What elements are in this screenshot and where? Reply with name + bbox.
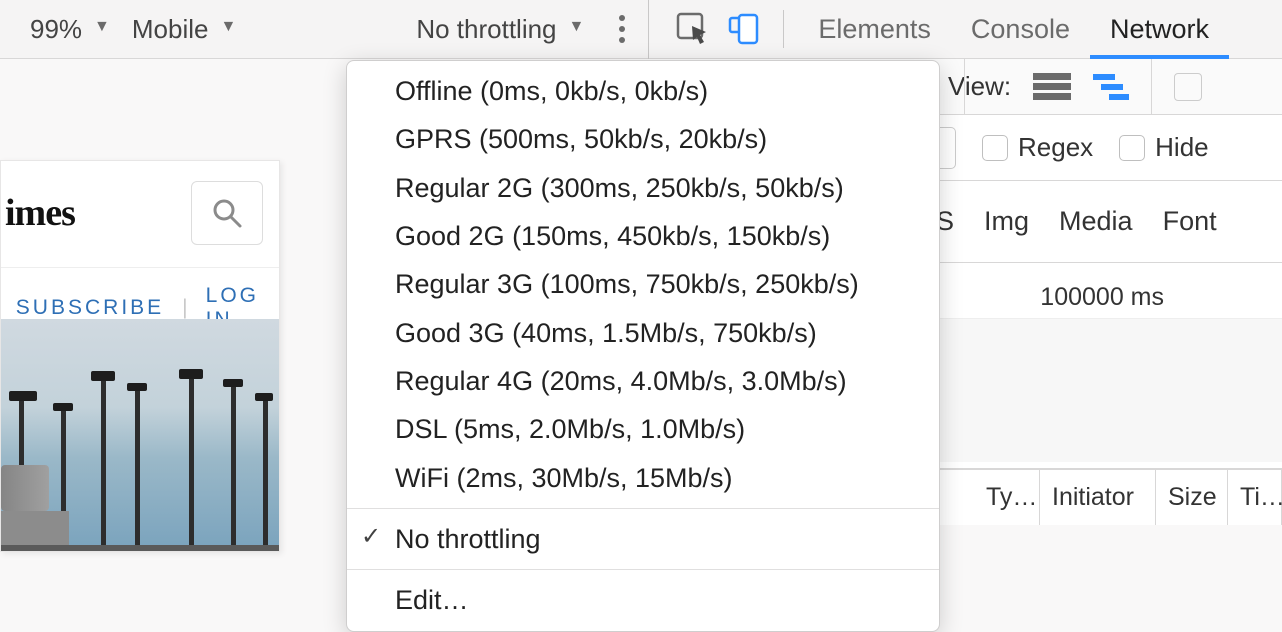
search-button[interactable] — [191, 181, 263, 245]
throttling-edit-item[interactable]: Edit… — [347, 576, 939, 624]
throttling-preset-item[interactable]: WiFi (2ms, 30Mb/s, 15Mb/s) — [347, 454, 939, 502]
divider — [1151, 59, 1152, 115]
divider — [964, 59, 965, 115]
inspect-element-icon[interactable] — [669, 9, 719, 49]
view-label: View: — [948, 71, 1011, 102]
timeline-tick-label: 100000 ms — [1040, 283, 1164, 312]
throttling-preset-item[interactable]: Regular 4G (20ms, 4.0Mb/s, 3.0Mb/s) — [347, 357, 939, 405]
site-logo[interactable]: imes — [1, 191, 75, 235]
throttling-preset-item[interactable]: Regular 3G (100ms, 750kb/s, 250kb/s) — [347, 260, 939, 308]
checkbox-icon — [1119, 135, 1145, 161]
throttling-menu: Offline (0ms, 0kb/s, 0kb/s) GPRS (500ms,… — [346, 60, 940, 632]
throttling-preset-item[interactable]: DSL (5ms, 2.0Mb/s, 1.0Mb/s) — [347, 405, 939, 453]
mobile-preview-frame: imes SUBSCRIBE | LOG IN — [0, 160, 280, 552]
throttling-dropdown[interactable]: No throttling ▼ — [406, 14, 594, 45]
device-toolbar: 99% ▼ Mobile ▼ No throttling ▼ Elements — [0, 0, 1282, 59]
more-options-button[interactable] — [616, 14, 628, 44]
site-header: imes — [1, 161, 279, 268]
hide-label: Hide — [1155, 132, 1208, 163]
throttling-preset-item[interactable]: GPRS (500ms, 50kb/s, 20kb/s) — [347, 115, 939, 163]
filter-input[interactable] — [938, 127, 956, 169]
subscribe-link[interactable]: SUBSCRIBE — [16, 296, 164, 320]
device-type-dropdown[interactable]: Mobile ▼ — [122, 14, 246, 45]
throttling-preset-item[interactable]: Good 3G (40ms, 1.5Mb/s, 750kb/s) — [347, 309, 939, 357]
checkbox-icon — [982, 135, 1008, 161]
throttling-preset-item[interactable]: Offline (0ms, 0kb/s, 0kb/s) — [347, 67, 939, 115]
tab-console[interactable]: Console — [951, 0, 1090, 59]
divider — [783, 10, 784, 48]
chevron-down-icon: ▼ — [220, 18, 236, 36]
search-icon — [210, 196, 244, 230]
waterfall-view-icon[interactable] — [1093, 72, 1129, 102]
throttling-no-throttling-item[interactable]: No throttling — [347, 515, 939, 563]
group-frames-toggle[interactable] — [1174, 73, 1202, 101]
throttling-preset-item[interactable]: Good 2G (150ms, 450kb/s, 150kb/s) — [347, 212, 939, 260]
divider — [648, 0, 649, 59]
tab-elements[interactable]: Elements — [798, 0, 951, 59]
hide-data-urls-checkbox[interactable]: Hide — [1119, 132, 1208, 163]
zoom-dropdown[interactable]: 99% ▼ — [20, 14, 120, 45]
tab-network[interactable]: Network — [1090, 0, 1229, 59]
column-initiator[interactable]: Initiator — [1040, 469, 1156, 525]
regex-checkbox[interactable]: Regex — [982, 132, 1093, 163]
column-time[interactable]: Ti… — [1228, 469, 1282, 525]
chevron-down-icon: ▼ — [569, 18, 585, 36]
column-size[interactable]: Size — [1156, 469, 1228, 525]
device-type-label: Mobile — [132, 14, 209, 45]
timeline-band — [928, 318, 1282, 462]
chevron-down-icon: ▼ — [94, 18, 110, 36]
throttling-selected: No throttling — [416, 14, 556, 45]
article-hero-image — [1, 319, 279, 551]
filter-type-media[interactable]: Media — [1059, 206, 1133, 237]
column-type[interactable]: Ty… — [974, 469, 1040, 525]
regex-label: Regex — [1018, 132, 1093, 163]
toggle-device-toolbar-icon[interactable] — [719, 9, 769, 49]
throttling-preset-item[interactable]: Regular 2G (300ms, 250kb/s, 50kb/s) — [347, 164, 939, 212]
filter-type-font[interactable]: Font — [1163, 206, 1217, 237]
filter-type-img[interactable]: Img — [984, 206, 1029, 237]
zoom-value: 99% — [30, 14, 82, 45]
divider: | — [182, 296, 187, 320]
large-rows-icon[interactable] — [1033, 73, 1071, 101]
